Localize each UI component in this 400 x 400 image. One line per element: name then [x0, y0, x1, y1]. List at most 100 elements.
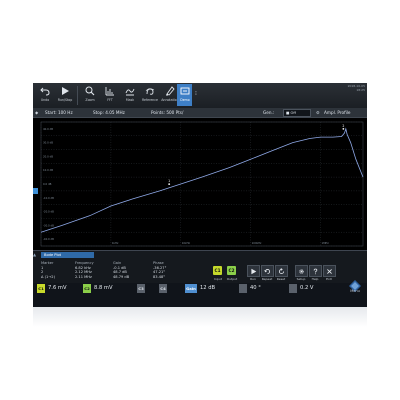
amplitude-status[interactable]: 0.2 V [289, 283, 333, 294]
annotation-icon [166, 86, 175, 96]
x-tick-label: 1kHz [112, 241, 119, 245]
fft-icon [105, 87, 114, 96]
zoom-button[interactable]: Zoom [82, 84, 98, 106]
y-tick-label: 10.0 dB [43, 168, 53, 172]
mask-button[interactable]: Mask [122, 84, 138, 106]
bode-plot-area[interactable]: 40.0 dB 30.0 dB 20.0 dB 10.0 dB 0.0 dB -10.0 … [33, 118, 367, 250]
repeat-button[interactable] [261, 265, 274, 277]
marker-point[interactable] [342, 127, 345, 130]
cell-frequency: 2.11 MHz [75, 274, 92, 279]
y-tick-label: -10.0 dB [43, 196, 54, 200]
fft-button[interactable]: FFT [102, 84, 118, 106]
toolbar-label: Zoom [85, 98, 95, 102]
exit-label: Exit [326, 277, 332, 281]
channel-4-status[interactable]: C4 [159, 283, 179, 294]
x-tick-labels: 1kHz 10kHz 100kHz 1MHz [112, 241, 329, 245]
start-frequency[interactable]: Start: 100 Hz [45, 110, 73, 115]
help-button[interactable] [309, 265, 322, 277]
amplitude-profile[interactable]: Ampl. Profile [324, 110, 350, 115]
grid [40, 121, 364, 247]
exit-icon [327, 268, 332, 274]
header-gain: Gain [113, 261, 122, 265]
toolbar-label: Run/Stop [57, 98, 73, 102]
y-tick-label: 40.0 dB [43, 127, 53, 131]
menu-label: Menu [350, 289, 360, 293]
reference-button[interactable]: Reference [142, 84, 158, 106]
undo-button[interactable]: Undo [37, 84, 53, 106]
toolbar-label: Reference [141, 98, 159, 102]
run-button[interactable] [247, 265, 260, 277]
run-stop-button[interactable]: Run/Stop [57, 84, 73, 106]
y-tick-label: 30.0 dB [43, 141, 53, 145]
undo-icon [40, 87, 50, 96]
cell-frequency: 2.12 MHz [75, 270, 92, 275]
marker-table: Marker Frequency Gain Phase 1 6.82 kHz -… [39, 261, 199, 279]
gain-trace [40, 127, 364, 233]
tab-bode-plot[interactable]: Bode Plot [41, 252, 94, 258]
x-tick-label: 10kHz [182, 241, 191, 245]
channel-1-status[interactable]: C1 7.6 mV [37, 283, 79, 294]
marker-label: 1 [168, 179, 170, 183]
toolbar-label: FFT [107, 98, 113, 102]
oscilloscope-screen: Undo Run/Stop Zoom FFT Mask Reference An… [33, 83, 367, 307]
cell-marker: Δ (1→2) [41, 274, 55, 279]
channel-value: 8.8 mV [94, 285, 113, 291]
generator-label: Gen.: [263, 110, 275, 115]
trace-markers: 12 [168, 124, 345, 186]
generator-toggle[interactable]: ■ Off [283, 109, 311, 117]
cell-gain: 48.79 dB [113, 274, 130, 279]
channel-value: 0.2 V [300, 285, 314, 291]
input-channel-button[interactable]: C1 [213, 266, 222, 275]
divider [77, 86, 78, 105]
arrow-left-icon[interactable]: ◆ [35, 110, 38, 115]
channel-3-status[interactable]: C3 [137, 283, 157, 294]
points-value[interactable]: Points: 500 Pts/ [151, 110, 183, 115]
demo-button[interactable]: Demo [177, 84, 192, 106]
cell-gain: 48.7 dB [113, 270, 127, 275]
screen-reflection [33, 307, 367, 327]
marker-point[interactable] [168, 183, 171, 186]
output-channel-button[interactable]: C2 [227, 266, 236, 275]
generator-value: ■ Off [286, 110, 296, 115]
setup-button[interactable] [295, 265, 308, 277]
more-dots-icon[interactable]: ⁝ [195, 90, 197, 97]
phase-status[interactable]: 40 ° [239, 283, 279, 294]
gain-status[interactable]: Gain 12 dB [185, 283, 229, 294]
collapse-icon[interactable]: ▲ [33, 252, 39, 258]
table-row[interactable]: Δ (1→2) 2.11 MHz 48.79 dB 83.48° [39, 275, 199, 280]
exit-button[interactable] [323, 265, 336, 277]
reset-button[interactable] [275, 265, 288, 277]
gear-icon[interactable]: ⚙ [316, 110, 320, 115]
run-icon [251, 268, 257, 274]
channel-2-status[interactable]: C2 8.8 mV [83, 283, 125, 294]
menu-logo-button[interactable]: Menu [346, 277, 364, 295]
cell-phase: -36.27° [153, 265, 167, 270]
time-text: 18:25 [356, 87, 365, 92]
y-tick-label: 20.0 dB [43, 154, 53, 158]
input-label: Input [214, 277, 222, 281]
stop-frequency[interactable]: Stop: 4.05 MHz [93, 110, 125, 115]
play-icon [62, 87, 69, 95]
cell-phase: 47.21° [153, 270, 166, 275]
channel-tag: C2 [83, 284, 91, 293]
reference-level-marker[interactable] [33, 188, 38, 194]
cell-marker: 2 [41, 270, 44, 275]
help-icon [313, 268, 318, 274]
x-tick-label: 100kHz [252, 241, 262, 245]
bode-plot-svg: 40.0 dB 30.0 dB 20.0 dB 10.0 dB 0.0 dB -10.0 … [40, 121, 364, 247]
reset-label: Reset [276, 277, 286, 281]
y-tick-label: -30.0 dB [43, 223, 54, 227]
y-tick-label: 0.0 dB [43, 182, 52, 186]
repeat-icon [264, 268, 271, 274]
annotation-button[interactable]: Annotation [161, 84, 179, 106]
mask-icon [125, 88, 135, 96]
toolbar-label: Mask [125, 98, 135, 102]
setup-gear-icon [299, 268, 304, 274]
channel-tag: C3 [137, 284, 145, 293]
output-label: Output [226, 277, 238, 281]
zoom-icon [85, 86, 95, 96]
y-tick-label: -20.0 dB [43, 210, 54, 214]
cell-gain: -0.1 dB [113, 265, 126, 270]
info-bar: ◆ Start: 100 Hz Stop: 4.05 MHz Points: 5… [33, 108, 367, 118]
header-marker: Marker [41, 261, 54, 265]
